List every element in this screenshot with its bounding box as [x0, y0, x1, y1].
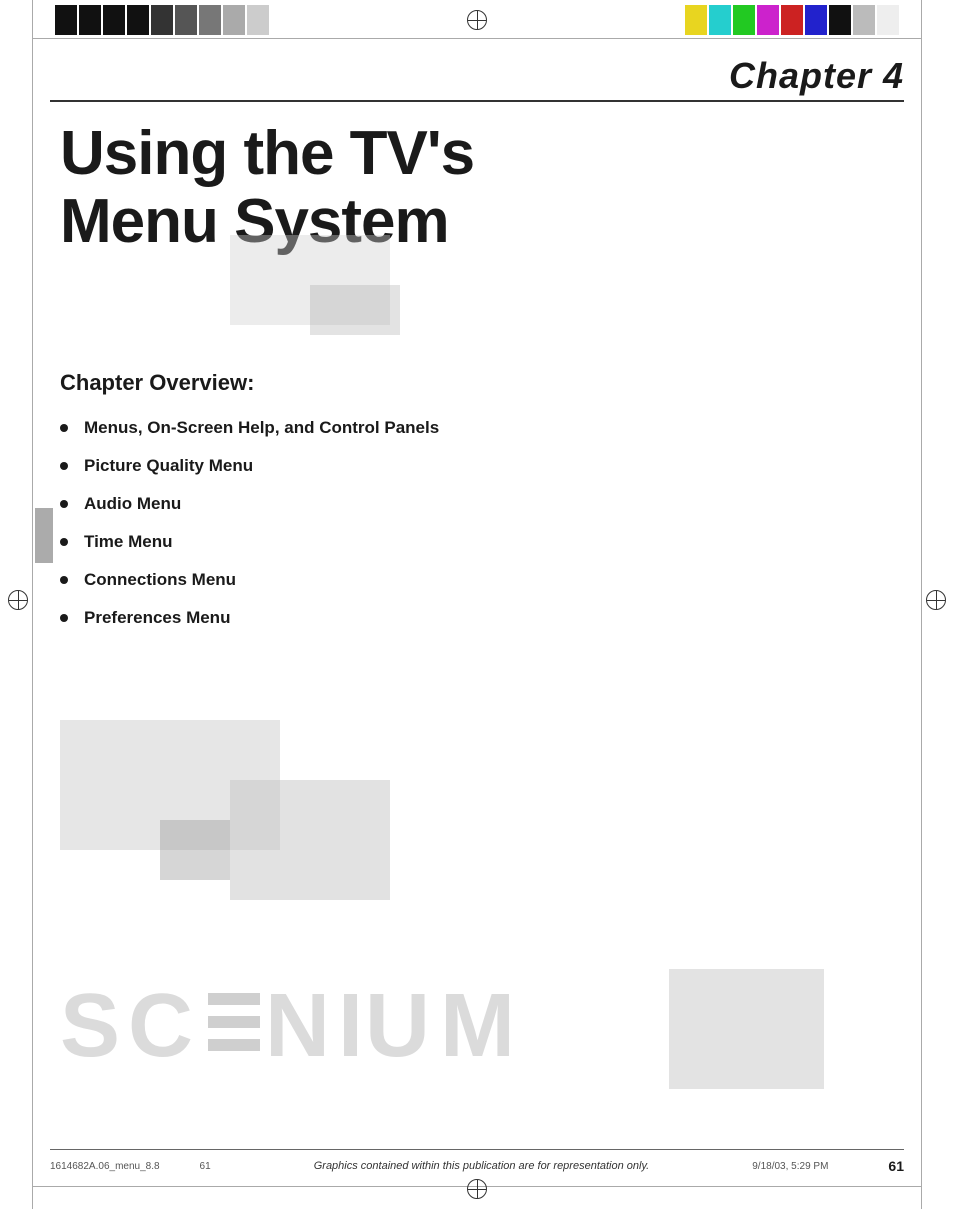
overview-heading: Chapter Overview: — [60, 370, 894, 396]
color-bar — [199, 5, 221, 35]
color-bar — [79, 5, 101, 35]
bullet-list: Menus, On-Screen Help, and Control Panel… — [60, 418, 894, 628]
footer-doc-id: 1614682A.06_menu_8.8 — [50, 1161, 160, 1172]
color-bar — [805, 5, 827, 35]
color-bars-left — [55, 5, 269, 35]
reg-mark-top — [467, 10, 487, 30]
color-bar — [733, 5, 755, 35]
color-bars-right — [685, 5, 899, 35]
color-bar — [223, 5, 245, 35]
deco-grid — [60, 720, 410, 920]
color-bar — [757, 5, 779, 35]
reg-mark-right — [926, 590, 946, 610]
deco-sq-small — [160, 820, 230, 880]
reg-mark-bottom — [467, 1179, 487, 1199]
horiz-top — [33, 38, 921, 39]
list-item: Connections Menu — [60, 570, 894, 590]
bullet-dot — [60, 424, 68, 432]
footer-page-number: 61 — [888, 1158, 904, 1174]
svg-text:C: C — [128, 976, 201, 1071]
list-item: Audio Menu — [60, 494, 894, 514]
list-item-text: Time Menu — [84, 532, 172, 552]
footer-disclaimer: Graphics contained within this publicati… — [314, 1160, 649, 1172]
footer-date: 9/18/03, 5:29 PM — [752, 1161, 828, 1172]
list-item-text: Preferences Menu — [84, 608, 230, 628]
color-bar — [685, 5, 707, 35]
list-item: Preferences Menu — [60, 608, 894, 628]
main-title-line1: Using the TV's — [60, 119, 474, 188]
color-bar — [709, 5, 731, 35]
svg-text:N: N — [265, 976, 338, 1071]
main-title: Using the TV's Menu System — [60, 120, 894, 256]
color-bar — [127, 5, 149, 35]
bullet-dot — [60, 576, 68, 584]
svg-text:S: S — [60, 976, 122, 1071]
color-bar — [829, 5, 851, 35]
main-title-section: Using the TV's Menu System — [60, 120, 894, 256]
list-item: Menus, On-Screen Help, and Control Panel… — [60, 418, 894, 438]
color-bar — [151, 5, 173, 35]
footer: 1614682A.06_menu_8.8 61 Graphics contain… — [50, 1149, 904, 1174]
list-item: Time Menu — [60, 532, 894, 552]
bullet-dot — [60, 614, 68, 622]
deco-left-bar — [35, 508, 53, 563]
color-bar — [175, 5, 197, 35]
list-item-text: Menus, On-Screen Help, and Control Panel… — [84, 418, 439, 438]
deco-sq-medium — [230, 780, 390, 900]
color-bar — [877, 5, 899, 35]
color-bar — [55, 5, 77, 35]
color-bar — [103, 5, 125, 35]
list-item-text: Picture Quality Menu — [84, 456, 253, 476]
svg-text:M: M — [440, 976, 523, 1071]
list-item-text: Audio Menu — [84, 494, 181, 514]
footer-right: 9/18/03, 5:29 PM 61 — [752, 1158, 904, 1174]
footer-center-num: 61 — [200, 1161, 211, 1172]
chapter-underline — [50, 100, 904, 102]
svg-text:U: U — [365, 976, 438, 1071]
overview-section: Chapter Overview: Menus, On-Screen Help,… — [60, 370, 894, 646]
reg-mark-left — [8, 590, 28, 610]
chapter-heading: Chapter 4 — [729, 55, 904, 97]
list-item-text: Connections Menu — [84, 570, 236, 590]
list-item: Picture Quality Menu — [60, 456, 894, 476]
deco-square-2 — [310, 285, 400, 335]
footer-left: 1614682A.06_menu_8.8 61 — [50, 1161, 211, 1172]
bullet-dot — [60, 462, 68, 470]
color-bar — [247, 5, 269, 35]
bullet-dot — [60, 500, 68, 508]
scenium-svg: S C N I U M — [60, 961, 710, 1071]
scenium-logo: S C N I U M — [60, 961, 710, 1088]
scenium-deco-square — [669, 969, 824, 1089]
color-bar — [853, 5, 875, 35]
color-bar — [781, 5, 803, 35]
bullet-dot — [60, 538, 68, 546]
